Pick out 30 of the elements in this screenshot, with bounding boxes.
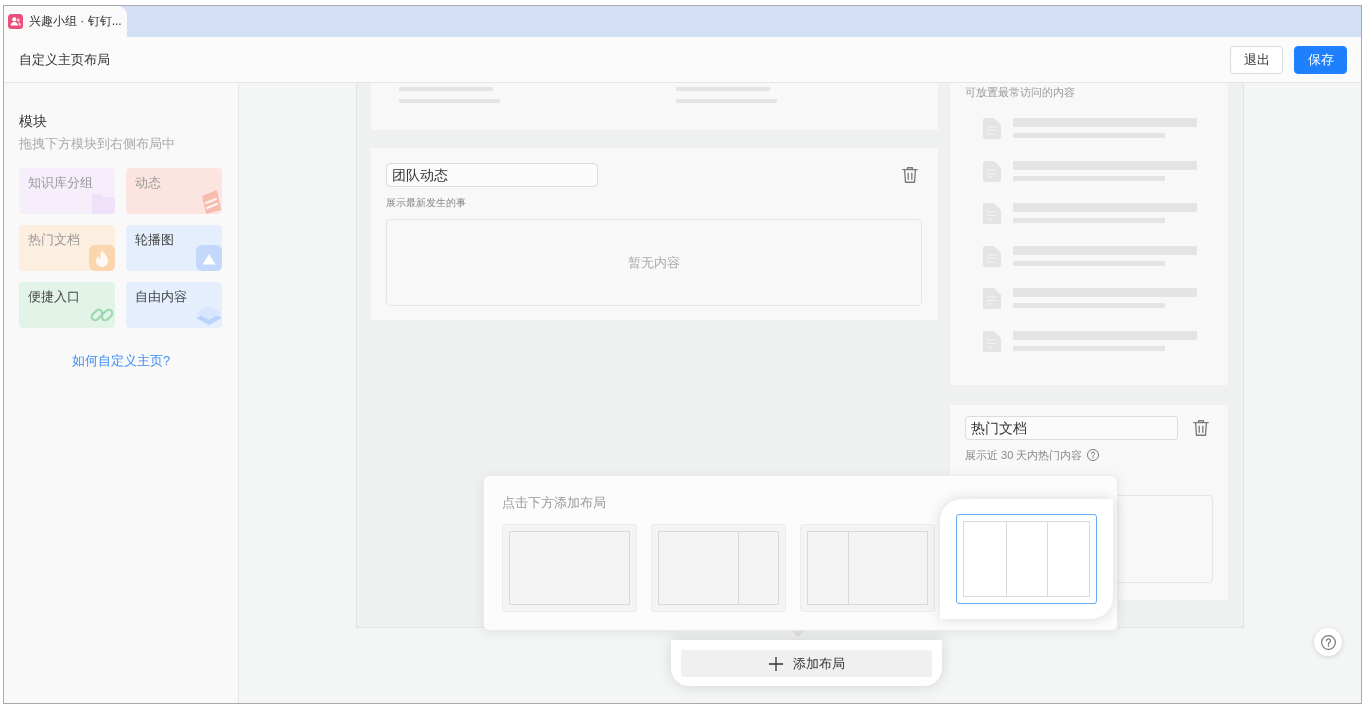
module-description: 展示最新发生的事	[386, 196, 467, 210]
browser-tab[interactable]: 兴趣小组 · 钉钉...	[4, 6, 127, 37]
layout-option[interactable]	[956, 514, 1097, 604]
page-title: 自定义主页布局	[19, 50, 110, 69]
module-description: 可放置最常访问的内容	[965, 85, 1076, 99]
save-button[interactable]: 保存	[1294, 45, 1347, 74]
module-tile[interactable]: 便捷入口	[19, 282, 115, 328]
title-input[interactable]: 团队动态	[386, 163, 598, 187]
module-tile[interactable]: 轮播图	[126, 225, 222, 271]
trash-icon[interactable]	[902, 167, 918, 183]
column-layout-icon	[963, 521, 1090, 597]
exit-button[interactable]: 退出	[1230, 45, 1283, 74]
section-hint: 拖拽下方模块到右侧布局中	[19, 135, 176, 153]
module-tile[interactable]: 自由内容	[126, 282, 222, 328]
flame-icon	[89, 245, 115, 271]
column-layout-icon	[658, 531, 779, 605]
section-title: 模块	[19, 112, 48, 131]
pointer-triangle-icon	[792, 631, 804, 637]
column-layout-icon	[509, 531, 630, 605]
empty-message: 暂无内容	[628, 253, 680, 272]
trash-icon[interactable]	[1193, 420, 1209, 436]
column-layout-icon	[807, 531, 928, 605]
add-layout-button[interactable]: 添加布局	[681, 650, 932, 677]
plus-icon	[768, 656, 783, 671]
help-icon	[1320, 634, 1336, 650]
title-input[interactable]: 热门文档	[965, 416, 1178, 440]
help-icon	[1087, 449, 1100, 461]
people-icon	[8, 14, 23, 29]
module-description: 展示近 30 天内热门内容	[965, 448, 1083, 462]
popover-title: 点击下方添加布局	[502, 494, 607, 512]
